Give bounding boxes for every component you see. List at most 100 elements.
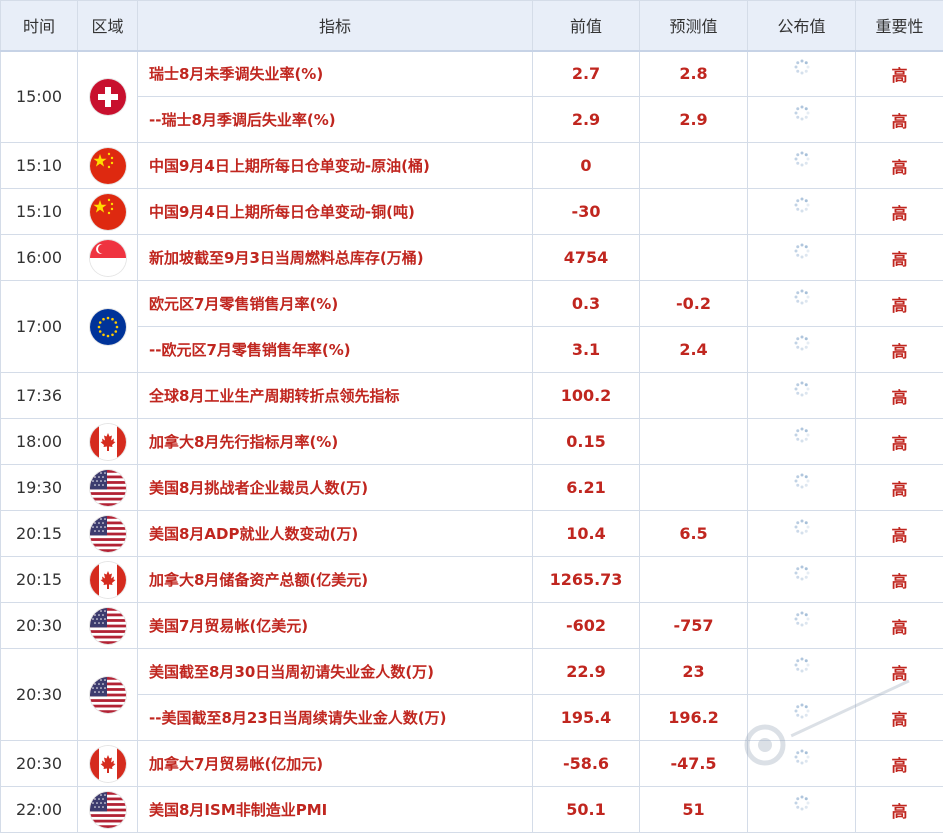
row-published [747,372,856,419]
row-forecast: 196.2 [639,694,748,741]
loading-spinner-icon [794,427,809,442]
row-indicator[interactable]: 瑞士8月未季调失业率(%) [137,50,533,97]
row-indicator[interactable]: 美国8月ISM非制造业PMI [137,786,533,833]
table-row: 20:30 美国截至8月30日当周初请失业金人数(万) 22.9 23 高 [0,648,943,741]
row-indicator[interactable]: 中国9月4日上期所每日仓单变动-原油(桶) [137,142,533,189]
row-forecast [639,234,748,281]
canada-flag-icon [89,561,126,598]
loading-spinner-icon [794,289,809,304]
row-forecast: -0.2 [639,280,748,327]
row-forecast [639,556,748,603]
row-region [77,510,138,557]
header-time: 时间 [0,0,78,52]
row-published [747,556,856,603]
row-published [747,740,856,787]
table-row: 22:00 美国8月ISM非制造业PMI 50.1 51 高 [0,786,943,833]
row-forecast: 2.9 [639,96,748,143]
row-indicator[interactable]: --瑞士8月季调后失业率(%) [137,96,533,143]
table-row: 19:30 美国8月挑战者企业裁员人数(万) 6.21 高 [0,464,943,511]
loading-spinner-icon [794,381,809,396]
row-published [747,602,856,649]
row-indicator[interactable]: 中国9月4日上期所每日仓单变动-铜(吨) [137,188,533,235]
row-indicator[interactable]: --美国截至8月23日当周续请失业金人数(万) [137,694,533,741]
table-row: 17:36 全球8月工业生产周期转折点领先指标 100.2 高 [0,372,943,419]
row-region [77,234,138,281]
row-time: 17:00 [0,280,78,373]
row-importance: 高 [855,464,943,511]
row-indicator[interactable]: 美国7月贸易帐(亿美元) [137,602,533,649]
row-region [77,740,138,787]
row-region [77,464,138,511]
row-indicator[interactable]: 加拿大8月储备资产总额(亿美元) [137,556,533,603]
economic-calendar-table: 时间 区域 指标 前值 预测值 公布值 重要性 15:00 瑞士8月未季调失业率(… [0,0,943,833]
row-indicator[interactable]: 美国截至8月30日当周初请失业金人数(万) [137,648,533,695]
row-importance: 高 [855,740,943,787]
loading-spinner-icon [794,611,809,626]
row-forecast [639,142,748,189]
table-row: 20:15 加拿大8月储备资产总额(亿美元) 1265.73 高 [0,556,943,603]
row-published [747,418,856,465]
row-forecast [639,372,748,419]
row-region [77,142,138,189]
table-row: 15:00 瑞士8月未季调失业率(%) 2.7 2.8 高 [0,50,943,143]
row-previous: -58.6 [532,740,640,787]
table-row: 20:30 加拿大7月贸易帐(亿加元) -58.6 -47.5 高 [0,740,943,787]
row-published [747,50,856,97]
row-indicator[interactable]: 全球8月工业生产周期转折点领先指标 [137,372,533,419]
row-time: 19:30 [0,464,78,511]
row-published [747,234,856,281]
row-previous: 100.2 [532,372,640,419]
header-previous: 前值 [532,0,640,52]
row-previous: 0.15 [532,418,640,465]
row-importance: 高 [855,556,943,603]
row-time: 22:00 [0,786,78,833]
eu-flag-icon [89,308,126,345]
row-previous: 4754 [532,234,640,281]
row-forecast: -757 [639,602,748,649]
usa-flag-icon [89,676,126,713]
row-region [77,372,138,419]
table-row: 15:10 中国9月4日上期所每日仓单变动-原油(桶) 0 高 [0,142,943,189]
row-forecast [639,418,748,465]
row-previous: 3.1 [532,326,640,373]
row-indicator[interactable]: 美国8月ADP就业人数变动(万) [137,510,533,557]
row-indicator[interactable]: --欧元区7月零售销售年率(%) [137,326,533,373]
row-published [747,694,856,741]
row-forecast: 2.4 [639,326,748,373]
row-region [77,50,138,143]
loading-spinner-icon [794,243,809,258]
table-row: 18:00 加拿大8月先行指标月率(%) 0.15 高 [0,418,943,465]
row-previous: 0.3 [532,280,640,327]
loading-spinner-icon [794,703,809,718]
table-row: 16:00 新加坡截至9月3日当周燃料总库存(万桶) 4754 高 [0,234,943,281]
row-forecast: 6.5 [639,510,748,557]
row-time: 20:15 [0,510,78,557]
row-indicator[interactable]: 美国8月挑战者企业裁员人数(万) [137,464,533,511]
row-time: 20:30 [0,740,78,787]
row-importance: 高 [855,234,943,281]
loading-spinner-icon [794,565,809,580]
table-row: 20:15 美国8月ADP就业人数变动(万) 10.4 6.5 高 [0,510,943,557]
row-indicator[interactable]: 新加坡截至9月3日当周燃料总库存(万桶) [137,234,533,281]
loading-spinner-icon [794,749,809,764]
table-row: 17:00 欧元区7月零售销售月率(%) 0.3 -0.2 高 [0,280,943,373]
row-published [747,648,856,695]
row-indicator[interactable]: 欧元区7月零售销售月率(%) [137,280,533,327]
row-previous: 195.4 [532,694,640,741]
row-time: 15:10 [0,142,78,189]
table-row: 15:10 中国9月4日上期所每日仓单变动-铜(吨) -30 高 [0,188,943,235]
row-region [77,602,138,649]
row-importance: 高 [855,786,943,833]
row-forecast [639,464,748,511]
row-importance: 高 [855,96,943,143]
row-time: 20:15 [0,556,78,603]
row-region [77,188,138,235]
header-region: 区域 [77,0,138,52]
row-indicator[interactable]: 加拿大7月贸易帐(亿加元) [137,740,533,787]
usa-flag-icon [89,791,126,828]
row-importance: 高 [855,510,943,557]
china-flag-icon [89,193,126,230]
row-indicator[interactable]: 加拿大8月先行指标月率(%) [137,418,533,465]
table-row: --欧元区7月零售销售年率(%) 3.1 2.4 高 [1,326,943,373]
loading-spinner-icon [794,197,809,212]
